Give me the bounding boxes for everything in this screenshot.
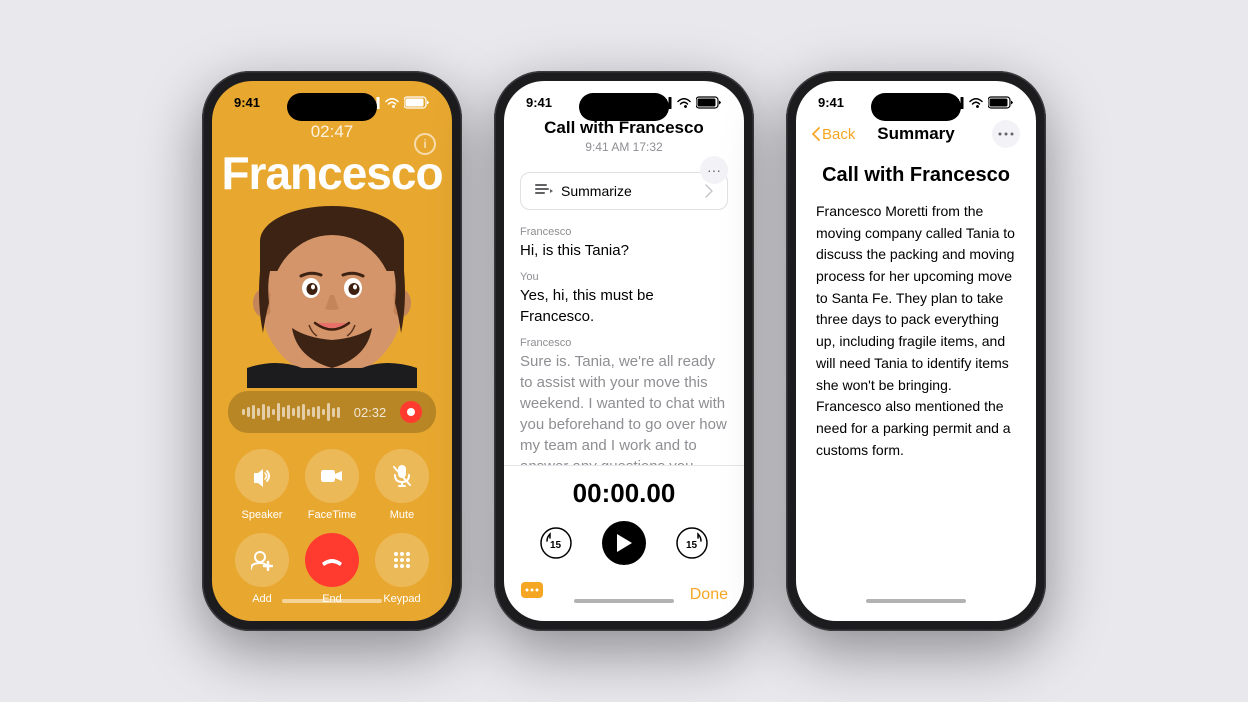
transcript-subtitle: 9:41 AM 17:32	[544, 140, 704, 154]
transcript-body: Francesco Hi, is this Tania? You Yes, hi…	[504, 218, 744, 465]
record-button[interactable]	[400, 401, 422, 423]
facetime-button[interactable]: FaceTime	[298, 449, 366, 521]
transcript-title: Call with Francesco	[544, 118, 704, 138]
wifi-icon-2	[676, 97, 692, 109]
phone-summary: 9:41 Back Summary Call with Francesco	[786, 71, 1046, 631]
speaker-label: Speaker	[242, 509, 283, 521]
phone-transcript: 9:41 Call with Francesco 9:41 AM 17:32 ·…	[494, 71, 754, 631]
status-time-3: 9:41	[818, 95, 844, 110]
recording-time: 02:32	[354, 405, 387, 420]
summarize-icon	[535, 183, 553, 199]
controls-row-1: Speaker FaceTime Mute	[228, 449, 436, 521]
speaker-3: Francesco	[520, 337, 728, 349]
home-indicator-3	[866, 599, 966, 603]
memoji-container	[212, 200, 452, 391]
done-button[interactable]: Done	[690, 586, 728, 604]
play-button[interactable]	[602, 521, 646, 565]
summarize-left: Summarize	[535, 183, 632, 199]
waveform	[242, 403, 340, 421]
more-options-button[interactable]: ···	[700, 156, 728, 184]
dynamic-island	[287, 93, 377, 121]
speaker-2: You	[520, 271, 728, 283]
message-text-2: Yes, hi, this must be Francesco.	[520, 285, 728, 327]
add-icon-circle	[235, 533, 289, 587]
memoji-avatar	[247, 203, 417, 388]
summary-body: Call with Francesco Francesco Moretti fr…	[796, 156, 1036, 621]
battery-icon	[404, 96, 430, 109]
keypad-icon-circle	[375, 533, 429, 587]
speaker-icon-circle	[235, 449, 289, 503]
summary-call-title: Call with Francesco	[816, 164, 1016, 187]
transcript-message-2: You Yes, hi, this must be Francesco.	[520, 271, 728, 327]
wifi-icon-3	[968, 97, 984, 109]
playback-timer: 00:00.00	[573, 478, 676, 509]
summary-more-button[interactable]	[992, 120, 1020, 148]
recording-bar: 02:32	[228, 391, 436, 433]
battery-icon-2	[696, 96, 722, 109]
speaker-1: Francesco	[520, 226, 728, 238]
transcript-footer: Done	[504, 573, 744, 621]
summarize-label: Summarize	[561, 183, 632, 199]
info-icon[interactable]: i	[414, 133, 436, 155]
skip-forward-button[interactable]: 15	[674, 525, 710, 561]
message-text-3: Sure is. Tania, we're all ready to assis…	[520, 351, 728, 465]
phone-active-call: 9:41 i 02:47 Francesco	[202, 71, 462, 631]
skip-back-button[interactable]: 15	[538, 525, 574, 561]
end-icon-circle	[305, 533, 359, 587]
end-button[interactable]: End	[298, 533, 366, 605]
mute-icon-circle	[375, 449, 429, 503]
message-text-1: Hi, is this Tania?	[520, 240, 728, 261]
battery-icon-3	[988, 96, 1014, 109]
home-indicator-1	[282, 599, 382, 603]
summarize-button[interactable]: Summarize	[520, 172, 728, 210]
home-indicator-2	[574, 599, 674, 603]
mute-label: Mute	[390, 509, 414, 521]
summary-nav-title: Summary	[877, 124, 954, 144]
add-button[interactable]: Add	[228, 533, 296, 605]
transcript-message-1: Francesco Hi, is this Tania?	[520, 226, 728, 261]
facetime-icon-circle	[305, 449, 359, 503]
summary-text: Francesco Moretti from the moving compan…	[816, 201, 1016, 461]
playback-controls: 15 15	[538, 521, 710, 565]
status-time-1: 9:41	[234, 95, 260, 110]
chat-icon[interactable]	[520, 581, 544, 609]
facetime-label: FaceTime	[308, 509, 357, 521]
dynamic-island-2	[579, 93, 669, 121]
wifi-icon	[384, 97, 400, 109]
playback-section: 00:00.00 15 15	[504, 465, 744, 573]
call-controls: Speaker FaceTime Mute	[212, 449, 452, 621]
svg-text:15: 15	[550, 540, 562, 551]
chevron-right-icon	[705, 184, 713, 198]
back-button[interactable]: Back	[812, 126, 855, 143]
mute-button[interactable]: Mute	[368, 449, 436, 521]
add-label: Add	[252, 593, 272, 605]
back-label: Back	[822, 126, 855, 143]
keypad-button[interactable]: Keypad	[368, 533, 436, 605]
controls-row-2: Add End Keypad	[228, 533, 436, 605]
speaker-button[interactable]: Speaker	[228, 449, 296, 521]
status-time-2: 9:41	[526, 95, 552, 110]
caller-name: Francesco	[212, 146, 452, 200]
keypad-label: Keypad	[383, 593, 420, 605]
svg-text:15: 15	[686, 540, 698, 551]
dynamic-island-3	[871, 93, 961, 121]
transcript-message-3: Francesco Sure is. Tania, we're all read…	[520, 337, 728, 465]
